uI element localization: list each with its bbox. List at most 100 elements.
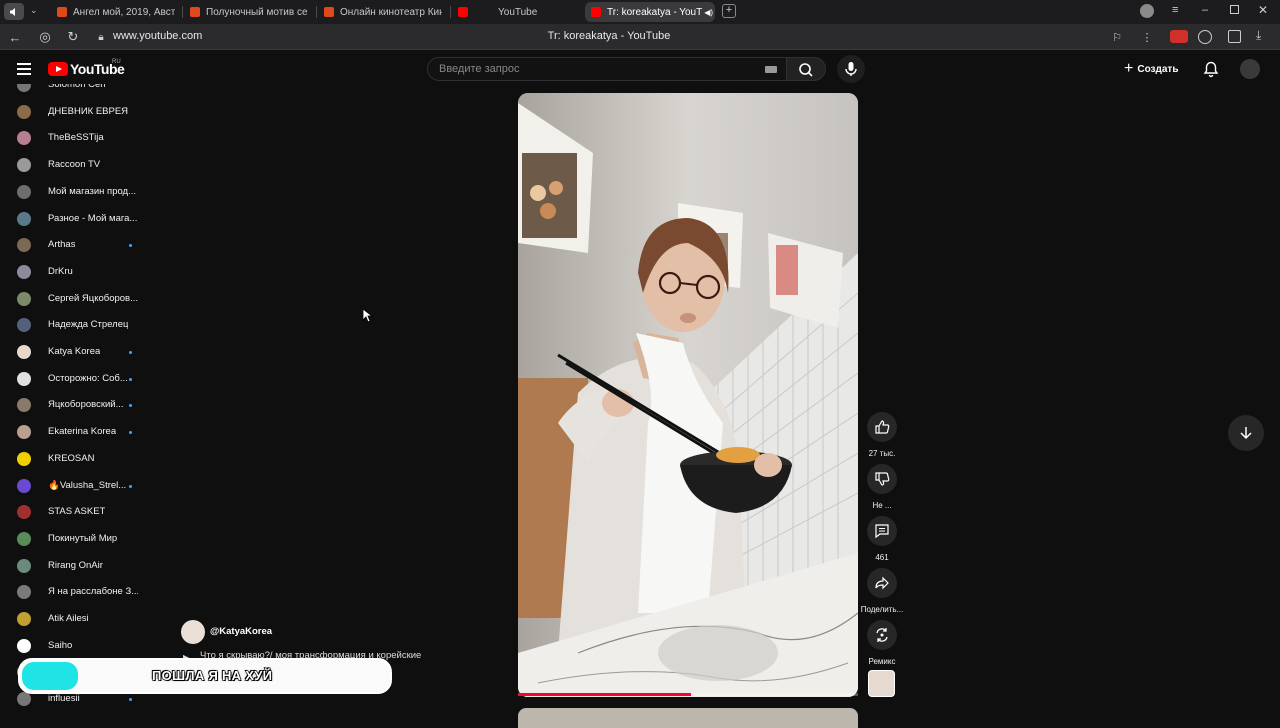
sidebar-item-label: Ekaterina Korea bbox=[48, 426, 117, 438]
sidebar-channel-item[interactable]: Saiho bbox=[0, 633, 170, 659]
sidebar-channel-item[interactable]: ДНЕВНИК ЕВРЕЯ bbox=[0, 99, 170, 125]
browser-tab-active[interactable]: Tr: koreakatya - YouT ◀) ✕ bbox=[585, 2, 715, 22]
tab-label: Онлайн кинотеатр Кинот bbox=[340, 6, 442, 18]
sidebar-channel-item[interactable]: Надежда Стрелец bbox=[0, 312, 170, 338]
channel-avatar bbox=[17, 478, 31, 493]
sidebar-channel-item[interactable]: 🔥Valusha_Strel... bbox=[0, 473, 170, 499]
sidebar-channel-item[interactable]: DrKru bbox=[0, 259, 170, 285]
like-button[interactable]: 27 тыс. bbox=[866, 412, 898, 458]
short-video-player[interactable] bbox=[518, 93, 858, 697]
channel-avatar bbox=[17, 158, 31, 173]
menu-icon[interactable]: ≡ bbox=[1172, 4, 1178, 16]
sticker-accent bbox=[22, 662, 78, 690]
channel-avatar bbox=[17, 558, 31, 573]
tab-label: YouTube bbox=[498, 6, 538, 18]
new-tab-button[interactable]: + bbox=[722, 4, 736, 18]
browser-tab-2[interactable]: Полуночный мотив серд bbox=[190, 2, 308, 22]
search-icon bbox=[799, 63, 813, 77]
tab-label: Tr: koreakatya - YouT bbox=[607, 6, 703, 18]
minimize-icon[interactable]: – bbox=[1202, 4, 1208, 16]
sidebar-item-label: Atik Ailesi bbox=[48, 613, 89, 624]
voice-search-button[interactable] bbox=[837, 55, 865, 83]
comments-count: 461 bbox=[875, 553, 889, 562]
more-icon[interactable]: ⋮ bbox=[1138, 28, 1156, 46]
video-progress-bar[interactable] bbox=[518, 693, 858, 696]
search-input[interactable]: Введите запрос bbox=[427, 57, 790, 81]
channel-avatar bbox=[17, 505, 31, 520]
youtube-favicon-icon bbox=[458, 7, 468, 17]
sidebar-channel-item[interactable]: Я на расслабоне З... bbox=[0, 579, 170, 605]
channel-avatar bbox=[17, 238, 31, 253]
sidebar-channel-item[interactable]: Покинутый Мир bbox=[0, 526, 170, 552]
sidebar-channel-item[interactable]: Arthas bbox=[0, 232, 170, 258]
search-button[interactable] bbox=[786, 57, 826, 81]
youtube-logo[interactable]: YouTube RU bbox=[48, 59, 125, 77]
channel-avatar bbox=[17, 692, 31, 707]
channel-avatar bbox=[17, 264, 31, 279]
sidebar-channel-item[interactable]: KREOSAN bbox=[0, 446, 170, 472]
bookmark-icon[interactable]: ⚐ bbox=[1108, 28, 1126, 46]
sidebar-channel-item[interactable]: Ekaterina Korea bbox=[0, 419, 170, 445]
channel-avatar bbox=[17, 131, 31, 146]
hamburger-menu-icon[interactable] bbox=[17, 63, 31, 75]
dislike-button[interactable]: Не ... bbox=[866, 464, 898, 510]
next-short-preview[interactable] bbox=[518, 708, 858, 728]
tab-separator bbox=[450, 6, 451, 18]
channel-avatar[interactable] bbox=[181, 620, 205, 644]
sidebar-channel-item[interactable]: Solomon Cen bbox=[0, 84, 170, 98]
tab-label: Ангел мой, 2019, Австра bbox=[73, 6, 175, 18]
sidebar-item-label: TheBeSSTija bbox=[48, 132, 104, 144]
sidebar-channel-item[interactable]: STAS ASKET bbox=[0, 499, 170, 525]
tab-list-chevron-icon[interactable]: ⌄ bbox=[30, 5, 38, 16]
media-icon[interactable] bbox=[1198, 30, 1212, 44]
browser-audio-icon[interactable] bbox=[4, 3, 24, 20]
sidebar-channel-item[interactable]: Raccoon TV bbox=[0, 152, 170, 178]
channel-avatar bbox=[17, 531, 31, 546]
sidebar-channel-item[interactable]: Atik Ailesi bbox=[0, 606, 170, 632]
sidebar-item-label: KREOSAN bbox=[48, 452, 95, 464]
sidebar-channel-item[interactable]: TheBeSSTija bbox=[0, 125, 170, 151]
sidebar-channel-item[interactable]: Rirang OnAir bbox=[0, 553, 170, 579]
channel-avatar bbox=[17, 104, 31, 119]
notifications-bell-icon[interactable] bbox=[1202, 60, 1220, 78]
channel-avatar bbox=[17, 451, 31, 466]
sidebar-channel-item[interactable]: Katya Korea bbox=[0, 339, 170, 365]
sidebar-channel-item[interactable]: Осторожно: Соб... bbox=[0, 366, 170, 392]
youtube-play-icon bbox=[48, 62, 68, 76]
download-icon[interactable]: ⤓ bbox=[1256, 28, 1261, 43]
sidebar-channel-item[interactable]: Мой магазин прод... bbox=[0, 179, 170, 205]
window-close-icon[interactable]: ✕ bbox=[1258, 3, 1268, 17]
channel-avatar bbox=[17, 585, 31, 600]
account-avatar[interactable] bbox=[1240, 59, 1260, 79]
channel-avatar bbox=[17, 398, 31, 413]
profile-icon[interactable] bbox=[1140, 4, 1154, 18]
share-button[interactable]: Поделить... bbox=[861, 568, 903, 614]
restore-icon[interactable] bbox=[1230, 5, 1239, 14]
comments-button[interactable]: 461 bbox=[866, 516, 898, 562]
browser-tab-3[interactable]: Онлайн кинотеатр Кинот bbox=[324, 2, 442, 22]
channel-avatar bbox=[17, 425, 31, 440]
dislike-label: Не ... bbox=[872, 501, 892, 510]
create-button[interactable]: + Создать bbox=[1124, 60, 1178, 78]
share-label: Поделить... bbox=[860, 605, 904, 614]
new-content-dot bbox=[129, 244, 132, 248]
sidebar-item-label: Осторожно: Соб... bbox=[48, 372, 128, 384]
sound-thumbnail[interactable] bbox=[868, 670, 895, 697]
new-content-dot bbox=[129, 351, 132, 354]
caption-sticker: ПОШЛА Я НА ХУЙ bbox=[18, 658, 392, 694]
keyboard-icon[interactable] bbox=[765, 66, 777, 73]
channel-avatar bbox=[17, 612, 31, 626]
sidebar-channel-item[interactable]: Яцкоборовский... bbox=[0, 392, 170, 418]
sidebar-item-label: Мой магазин прод... bbox=[48, 185, 137, 197]
browser-tab-4[interactable]: YouTube bbox=[458, 2, 576, 22]
channel-handle[interactable]: @KatyaKorea bbox=[210, 626, 272, 637]
next-video-button[interactable] bbox=[1228, 415, 1264, 451]
translate-icon[interactable] bbox=[1170, 30, 1188, 43]
sidebar-item-label: Яцкоборовский... bbox=[48, 399, 124, 411]
browser-tab-1[interactable]: Ангел мой, 2019, Австра bbox=[57, 2, 175, 22]
sidebar-channel-item[interactable]: Разное - Мой мага... bbox=[0, 206, 170, 232]
sidebar-item-label: Разное - Мой мага... bbox=[48, 212, 138, 224]
sidebar-channel-item[interactable]: Сергей Яцкоборов... bbox=[0, 286, 170, 312]
remix-button[interactable]: Ремикс bbox=[866, 620, 898, 666]
collections-icon[interactable] bbox=[1228, 30, 1241, 43]
